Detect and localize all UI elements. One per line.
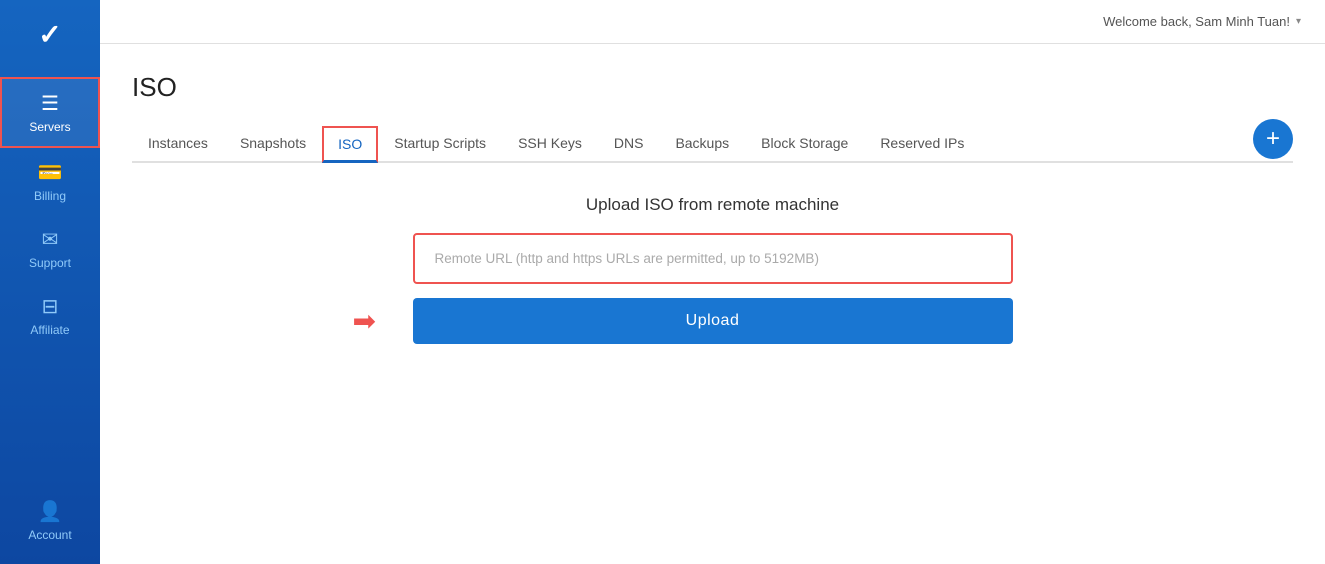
tab-snapshots[interactable]: Snapshots (224, 125, 322, 163)
url-input-wrapper (413, 233, 1013, 284)
sidebar-item-servers[interactable]: ☰ Servers (0, 77, 100, 148)
account-icon: 👤 (38, 499, 63, 524)
welcome-text: Welcome back, Sam Minh Tuan! (1103, 14, 1290, 29)
sidebar-item-label: Support (29, 256, 71, 270)
tab-dns[interactable]: DNS (598, 125, 660, 163)
support-icon: ✉ (42, 227, 59, 252)
billing-icon: 💳 (38, 160, 63, 185)
affiliate-icon: ⊟ (42, 294, 59, 319)
tab-iso[interactable]: ISO (322, 126, 378, 163)
sidebar-item-support[interactable]: ✉ Support (0, 215, 100, 282)
page-title: ISO (132, 72, 1293, 103)
tab-ssh-keys[interactable]: SSH Keys (502, 125, 598, 163)
sidebar: ✓ ☰ Servers 💳 Billing ✉ Support ⊟ Affili… (0, 0, 100, 564)
sidebar-item-label: Affiliate (30, 323, 69, 337)
chevron-down-icon: ▾ (1296, 16, 1301, 27)
tab-instances[interactable]: Instances (132, 125, 224, 163)
content-area: ISO Instances Snapshots ISO Startup Scri… (100, 44, 1325, 564)
sidebar-item-label: Servers (29, 120, 70, 134)
sidebar-item-affiliate[interactable]: ⊟ Affiliate (0, 282, 100, 349)
topbar: Welcome back, Sam Minh Tuan! ▾ (100, 0, 1325, 44)
upload-title: Upload ISO from remote machine (413, 195, 1013, 215)
sidebar-item-account[interactable]: 👤 Account (0, 487, 100, 554)
tabs-bar: Instances Snapshots ISO Startup Scripts … (132, 125, 1293, 163)
arrow-row: ➡ Upload (413, 298, 1013, 344)
url-input[interactable] (421, 241, 1005, 276)
sidebar-item-label: Account (28, 528, 71, 542)
tab-startup-scripts[interactable]: Startup Scripts (378, 125, 502, 163)
sidebar-item-label: Billing (34, 189, 66, 203)
arrow-icon: ➡ (353, 305, 376, 338)
topbar-user[interactable]: Welcome back, Sam Minh Tuan! ▾ (1103, 14, 1301, 29)
main-content: Welcome back, Sam Minh Tuan! ▾ ISO Insta… (100, 0, 1325, 564)
upload-section: Upload ISO from remote machine ➡ Upload (413, 195, 1013, 344)
logo-icon: ✓ (38, 10, 61, 59)
tab-reserved-ips[interactable]: Reserved IPs (864, 125, 980, 163)
tab-backups[interactable]: Backups (659, 125, 745, 163)
upload-button[interactable]: Upload (413, 298, 1013, 344)
servers-icon: ☰ (41, 91, 59, 116)
add-button[interactable]: + (1253, 119, 1293, 159)
sidebar-item-billing[interactable]: 💳 Billing (0, 148, 100, 215)
tab-block-storage[interactable]: Block Storage (745, 125, 864, 163)
